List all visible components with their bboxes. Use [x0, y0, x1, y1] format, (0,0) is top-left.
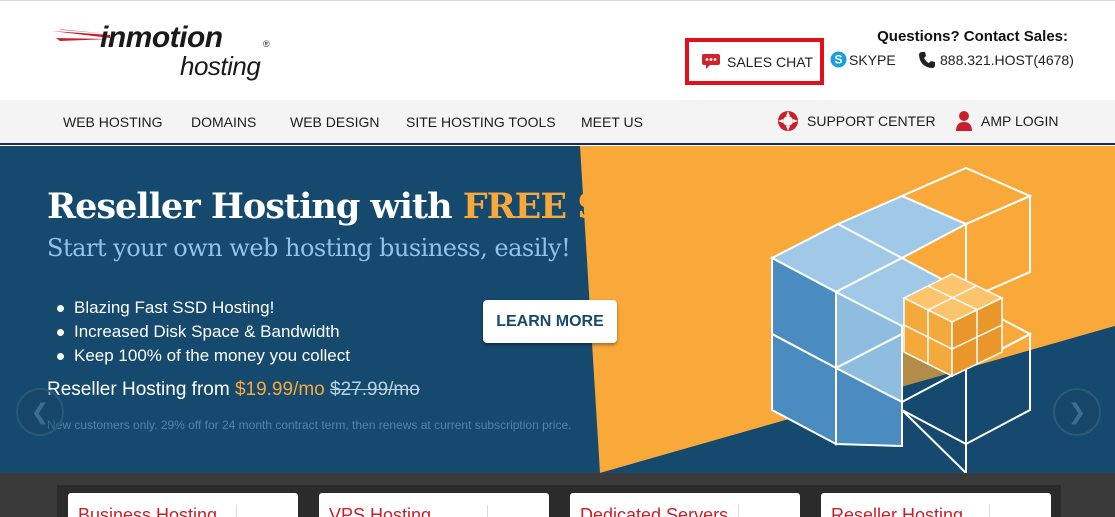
carousel-next-button[interactable]: ❯ [1053, 388, 1101, 436]
support-center-label: SUPPORT CENTER [807, 113, 936, 129]
hero-title: Reseller Hosting with FREE SSD [47, 186, 656, 227]
card-divider [738, 505, 739, 517]
inmotion-hosting-logo[interactable]: inmotion ® hosting [52, 21, 282, 83]
user-icon [956, 111, 972, 131]
price-new: $19.99/mo [234, 379, 325, 400]
card-title: VPS Hosting [329, 505, 432, 517]
chevron-left-icon: ❮ [30, 399, 50, 425]
card-divider [989, 505, 990, 517]
hero-subtitle: Start your own web hosting business, eas… [47, 234, 571, 262]
contact-sales-heading: Questions? Contact Sales: [877, 28, 1068, 45]
sales-chat-label: SALES CHAT [727, 53, 814, 70]
support-center-link[interactable]: SUPPORT CENTER [777, 110, 936, 132]
lifebuoy-icon [778, 111, 798, 131]
main-navigation: WEB HOSTING DOMAINS WEB DESIGN SITE HOST… [0, 100, 1115, 145]
card-divider [236, 505, 237, 517]
logo-registered-mark: ® [263, 39, 270, 49]
card-title: Reseller Hosting [831, 505, 964, 517]
nav-item-web-design[interactable]: WEB DESIGN [290, 114, 379, 130]
site-header: inmotion ® hosting Questions? Contact Sa… [0, 0, 1115, 100]
nav-item-meet-us[interactable]: MEET US [581, 114, 643, 130]
sales-chat-button[interactable]: SALES CHAT [685, 38, 824, 85]
logo-wordmark: inmotion [100, 21, 223, 54]
hero-price-line: Reseller Hosting from $19.99/mo $27.99/m… [47, 379, 420, 401]
skype-link[interactable]: S SKYPE [830, 51, 896, 68]
card-reseller-hosting[interactable]: Reseller Hosting [821, 493, 1051, 517]
price-prefix: Reseller Hosting from [47, 379, 235, 400]
phone-number[interactable]: 888.321.HOST(4678) [918, 51, 1074, 69]
card-dedicated-servers[interactable]: Dedicated Servers [570, 493, 800, 517]
svg-text:S: S [834, 53, 842, 67]
hero-feature-list: Blazing Fast SSD Hosting! Increased Disk… [55, 296, 350, 368]
card-business-hosting[interactable]: Business Hosting [68, 493, 298, 517]
page: inmotion ® hosting Questions? Contact Sa… [0, 0, 1115, 517]
nav-item-web-hosting[interactable]: WEB HOSTING [63, 114, 163, 130]
feature-item: Increased Disk Space & Bandwidth [55, 320, 350, 344]
nav-item-site-hosting-tools[interactable]: SITE HOSTING TOOLS [406, 114, 556, 130]
feature-item: Blazing Fast SSD Hosting! [55, 296, 350, 320]
learn-more-button[interactable]: LEARN MORE [483, 300, 617, 343]
nav-item-domains[interactable]: DOMAINS [191, 114, 256, 130]
skype-label: SKYPE [849, 51, 896, 68]
price-old: $27.99/mo [330, 379, 420, 400]
chat-bubble-icon [702, 53, 720, 69]
skype-icon: S [830, 51, 847, 68]
card-divider [487, 505, 488, 517]
feature-item: Keep 100% of the money you collect [55, 344, 350, 368]
hero-fineprint: New customers only. 29% off for 24 month… [47, 418, 572, 432]
hero-banner: Reseller Hosting with FREE SSD Start you… [0, 146, 1115, 473]
phone-icon [919, 52, 935, 68]
product-cards-strip: Business Hosting VPS Hosting Dedicated S… [0, 473, 1115, 517]
card-title: Dedicated Servers [580, 505, 729, 517]
card-title: Business Hosting [78, 505, 218, 517]
chevron-right-icon: ❯ [1067, 399, 1087, 425]
logo-subtitle: hosting [180, 51, 261, 81]
phone-label: 888.321.HOST(4678) [940, 52, 1074, 68]
carousel-prev-button[interactable]: ❮ [16, 388, 64, 436]
card-vps-hosting[interactable]: VPS Hosting [319, 493, 549, 517]
hero-title-accent: FREE SSD [462, 186, 656, 227]
amp-login-link[interactable]: AMP LOGIN [955, 110, 1059, 132]
amp-login-label: AMP LOGIN [981, 113, 1059, 129]
